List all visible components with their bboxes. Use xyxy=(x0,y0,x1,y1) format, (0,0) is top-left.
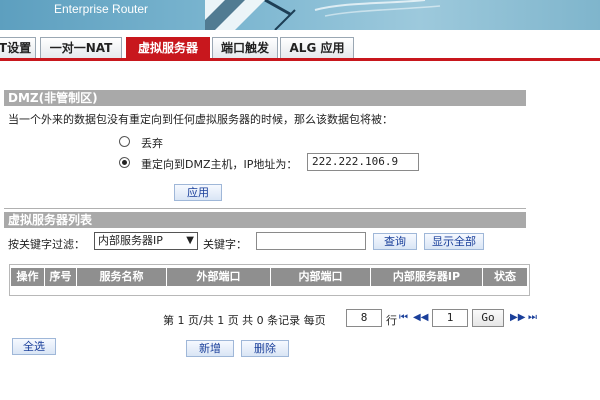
table-header: 操作 序号 服务名称 外部端口 内部端口 内部服务器IP 状态 xyxy=(11,268,527,286)
prev-page-icon[interactable]: ◀◀ xyxy=(413,312,428,323)
tab-nat-settings[interactable]: T设置 xyxy=(0,37,36,59)
select-all-button[interactable]: 全选 xyxy=(12,338,56,355)
tab-virtual-server[interactable]: 虚拟服务器 xyxy=(126,37,210,60)
dmz-ip-input[interactable]: 222.222.106.9 xyxy=(307,153,419,171)
tab-port-trigger[interactable]: 端口触发 xyxy=(212,37,278,59)
page-number-input[interactable]: 1 xyxy=(432,309,468,327)
tab-one-to-one-nat[interactable]: 一对一NAT xyxy=(40,37,122,59)
pager-info: 第 1 页/共 1 页 共 0 条记录 每页 xyxy=(163,314,326,327)
header-banner: Enterprise Router xyxy=(0,0,600,30)
banner-decoration-icon xyxy=(205,0,441,30)
last-page-icon[interactable]: ⏭ xyxy=(528,312,537,323)
delete-button[interactable]: 删除 xyxy=(241,340,289,357)
radio-redirect-label: 重定向到DMZ主机，IP地址为： xyxy=(141,158,298,171)
radio-drop[interactable] xyxy=(119,136,130,147)
vserver-section-header: 虚拟服务器列表 xyxy=(4,212,526,228)
query-button[interactable]: 查询 xyxy=(373,233,417,250)
col-service-name: 服务名称 xyxy=(77,268,167,286)
show-all-button[interactable]: 显示全部 xyxy=(424,233,484,250)
dmz-section-header: DMZ(非管制区) xyxy=(4,90,526,106)
radio-redirect-dmz[interactable] xyxy=(119,157,130,168)
next-page-icon[interactable]: ▶▶ xyxy=(510,312,525,323)
filter-select-value: 内部服务器IP xyxy=(98,234,163,247)
brand-title: Enterprise Router xyxy=(54,2,149,16)
col-internal-ip: 内部服务器IP xyxy=(371,268,483,286)
tab-alg[interactable]: ALG 应用 xyxy=(280,37,354,59)
go-button[interactable]: Go xyxy=(472,309,504,327)
apply-button[interactable]: 应用 xyxy=(174,184,222,201)
add-button[interactable]: 新增 xyxy=(186,340,234,357)
chevron-down-icon: ▼ xyxy=(186,235,194,246)
row-unit-label: 行 xyxy=(386,314,397,327)
per-page-input[interactable]: 8 xyxy=(346,309,382,327)
dmz-description: 当一个外来的数据包没有重定向到任何虚拟服务器的时候，那么该数据包将被： xyxy=(8,113,393,126)
radio-drop-label: 丢弃 xyxy=(141,137,163,150)
first-page-icon[interactable]: ⏮ xyxy=(399,312,408,323)
keyword-label: 关键字： xyxy=(203,238,247,251)
tab-underline xyxy=(0,58,600,61)
filter-label: 按关键字过滤： xyxy=(8,238,85,251)
filter-field-select[interactable]: 内部服务器IP ▼ xyxy=(94,232,198,250)
col-action: 操作 xyxy=(11,268,45,286)
col-index: 序号 xyxy=(45,268,77,286)
col-status: 状态 xyxy=(494,270,516,283)
section-divider xyxy=(4,208,526,209)
col-internal-port: 内部端口 xyxy=(271,268,371,286)
col-external-port: 外部端口 xyxy=(167,268,271,286)
keyword-input[interactable] xyxy=(256,232,366,250)
